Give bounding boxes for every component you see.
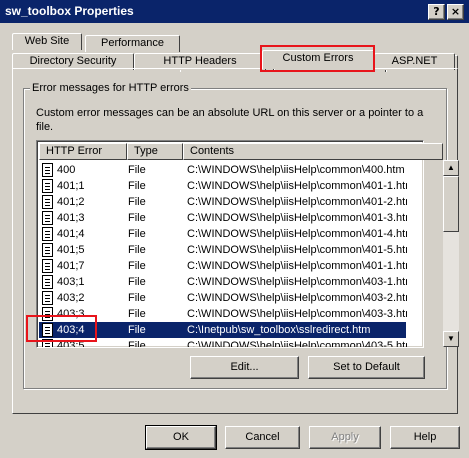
http-error-cell: 401;7: [57, 260, 85, 272]
edit-button[interactable]: Edit...: [190, 356, 299, 379]
contents-cell: C:\WINDOWS\help\iisHelp\common\401-4.htm: [187, 228, 407, 240]
scroll-thumb[interactable]: [443, 176, 459, 232]
contents-cell: C:\WINDOWS\help\iisHelp\common\401-5.htm: [187, 244, 407, 256]
type-cell: File: [128, 244, 146, 256]
group-description: Custom error messages can be an absolute…: [36, 107, 424, 133]
type-cell: File: [128, 292, 146, 304]
contents-cell: C:\WINDOWS\help\iisHelp\common\403-2.htm: [187, 292, 407, 304]
contents-cell: C:\WINDOWS\help\iisHelp\common\401-3.htm: [187, 212, 407, 224]
http-error-cell: 403;2: [57, 292, 85, 304]
cancel-button[interactable]: Cancel: [225, 426, 300, 449]
contents-cell: C:\WINDOWS\help\iisHelp\common\400.htm: [187, 164, 405, 176]
contents-cell: C:\WINDOWS\help\iisHelp\common\403-3.htm: [187, 308, 407, 320]
type-cell: File: [128, 324, 146, 336]
contents-cell: C:\WINDOWS\help\iisHelp\common\403-5.htm: [187, 340, 407, 347]
listview-rows: 400 File C:\WINDOWS\help\iisHelp\common\40…: [37, 161, 443, 347]
document-icon: [42, 259, 53, 273]
http-error-cell: 400: [57, 164, 76, 176]
document-icon: [42, 211, 53, 225]
http-error-cell: 401;5: [57, 244, 85, 256]
help-button[interactable]: Help: [390, 426, 460, 449]
close-button[interactable]: ×: [447, 4, 464, 20]
type-cell: File: [128, 260, 146, 272]
table-row[interactable]: 403;2 File C:\WINDOWS\help\iisHelp\common\…: [39, 290, 407, 306]
contents-cell: C:\WINDOWS\help\iisHelp\common\401-1.htm: [187, 260, 407, 272]
document-icon: [42, 195, 53, 209]
group-label: Error messages for HTTP errors: [30, 82, 191, 94]
arrow-down-icon[interactable]: ▼: [443, 331, 459, 347]
type-cell: File: [128, 212, 146, 224]
type-cell: File: [128, 340, 146, 347]
arrow-up-icon[interactable]: ▲: [443, 160, 459, 176]
custom-errors-highlight: [260, 45, 375, 72]
column-header-type[interactable]: Type: [127, 143, 183, 160]
document-icon: [42, 243, 53, 257]
tab-performance[interactable]: Performance: [85, 35, 180, 52]
ok-button[interactable]: OK: [145, 425, 217, 450]
contents-cell: C:\Inetpub\sw_toolbox\sslredirect.htm: [187, 324, 371, 336]
table-row[interactable]: 403;1 File C:\WINDOWS\help\iisHelp\common\…: [39, 274, 407, 290]
document-icon: [42, 163, 53, 177]
column-header-contents[interactable]: Contents: [183, 143, 443, 160]
type-cell: File: [128, 164, 146, 176]
table-row[interactable]: 400 File C:\WINDOWS\help\iisHelp\common\40…: [39, 162, 406, 178]
table-row[interactable]: 401;5 File C:\WINDOWS\help\iisHelp\common\…: [39, 242, 407, 258]
http-error-cell: 401;1: [57, 180, 85, 192]
contents-cell: C:\WINDOWS\help\iisHelp\common\403-1.htm: [187, 276, 407, 288]
document-icon: [42, 227, 53, 241]
type-cell: File: [128, 276, 146, 288]
http-error-cell: 401;4: [57, 228, 85, 240]
http-error-cell: 401;3: [57, 212, 85, 224]
document-icon: [42, 275, 53, 289]
type-cell: File: [128, 196, 146, 208]
apply-button[interactable]: Apply: [309, 426, 381, 449]
window-title: sw_toolbox Properties: [5, 4, 134, 18]
document-icon: [42, 291, 53, 305]
type-cell: File: [128, 180, 146, 192]
type-cell: File: [128, 308, 146, 320]
help-caption-button[interactable]: ?: [428, 4, 445, 20]
type-cell: File: [128, 228, 146, 240]
table-row[interactable]: 401;7 File C:\WINDOWS\help\iisHelp\common\…: [39, 258, 407, 274]
contents-cell: C:\WINDOWS\help\iisHelp\common\401-2.htm: [187, 196, 407, 208]
http-error-cell: 403;1: [57, 276, 85, 288]
set-to-default-button[interactable]: Set to Default: [308, 356, 425, 379]
contents-cell: C:\WINDOWS\help\iisHelp\common\401-1.htm: [187, 180, 407, 192]
table-row[interactable]: 401;1 File C:\WINDOWS\help\iisHelp\common\…: [39, 178, 407, 194]
table-row[interactable]: 401;3 File C:\WINDOWS\help\iisHelp\common\…: [39, 210, 407, 226]
row-403-4-highlight: [26, 315, 97, 342]
document-icon: [42, 179, 53, 193]
column-header-http-error[interactable]: HTTP Error: [39, 143, 127, 160]
vertical-scrollbar[interactable]: ▲ ▼: [443, 160, 459, 347]
tab-web-site[interactable]: Web Site: [12, 33, 82, 50]
http-error-cell: 401;2: [57, 196, 85, 208]
table-row[interactable]: 401;2 File C:\WINDOWS\help\iisHelp\common\…: [39, 194, 407, 210]
table-row[interactable]: 401;4 File C:\WINDOWS\help\iisHelp\common\…: [39, 226, 407, 242]
